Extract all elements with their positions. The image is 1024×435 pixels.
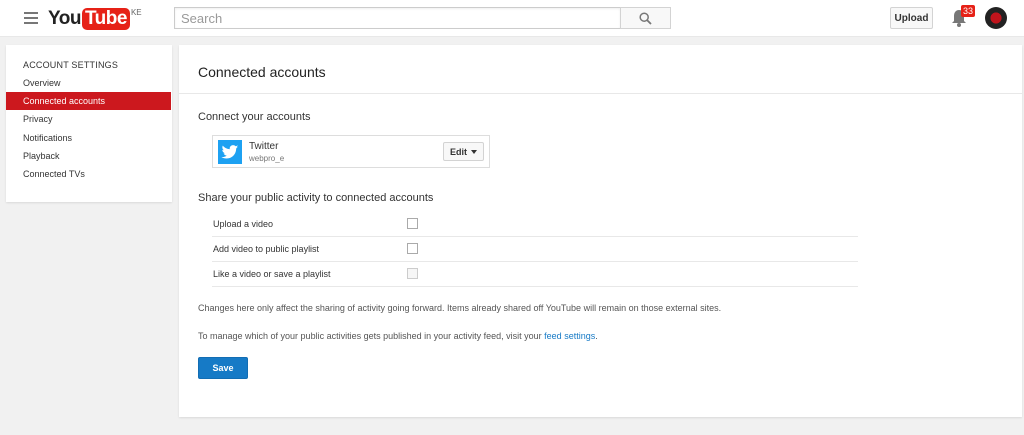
logo-country-code: KE [130, 8, 142, 17]
feed-note-text: To manage which of your public activitie… [198, 331, 545, 341]
logo-tube-text: Tube [81, 8, 130, 30]
edit-button-label: Edit [450, 146, 467, 157]
option-label: Like a video or save a playlist [213, 269, 331, 279]
save-button[interactable]: Save [198, 357, 248, 379]
upload-button[interactable]: Upload [890, 7, 933, 29]
youtube-logo[interactable]: You Tube KE [48, 8, 142, 30]
title-divider [179, 93, 1022, 94]
edit-account-button[interactable]: Edit [443, 142, 484, 161]
account-name: Twitter [249, 141, 279, 152]
search-icon [639, 11, 652, 25]
page-title: Connected accounts [198, 64, 326, 80]
sidebar-item-overview[interactable]: Overview [6, 74, 171, 92]
sidebar-heading: ACCOUNT SETTINGS [23, 60, 119, 70]
main-panel: Connected accounts Connect your accounts… [179, 45, 1022, 417]
logo-you-text: You [48, 8, 81, 29]
twitter-icon [218, 140, 242, 164]
sharing-note: Changes here only affect the sharing of … [198, 303, 722, 313]
notification-count-badge: 33 [961, 5, 976, 17]
sidebar-item-connected-accounts[interactable]: Connected accounts [6, 92, 171, 110]
add-to-playlist-checkbox[interactable] [407, 243, 418, 254]
like-or-save-checkbox[interactable] [407, 268, 418, 279]
option-row-add-to-playlist: Add video to public playlist [212, 237, 858, 262]
connect-accounts-heading: Connect your accounts [198, 111, 311, 123]
feed-settings-note: To manage which of your public activitie… [198, 331, 598, 341]
option-label: Add video to public playlist [213, 244, 320, 254]
sidebar-item-privacy[interactable]: Privacy [6, 110, 171, 128]
share-activity-heading: Share your public activity to connected … [198, 192, 434, 204]
chevron-down-icon [471, 149, 477, 154]
sidebar-item-connected-tvs[interactable]: Connected TVs [6, 165, 171, 183]
option-row-upload-video: Upload a video [212, 212, 858, 237]
hamburger-menu-icon[interactable] [24, 12, 38, 24]
top-bar: You Tube KE Search Upload 33 [0, 0, 1024, 37]
option-label: Upload a video [213, 219, 274, 229]
account-handle: webpro_e [249, 154, 285, 163]
avatar[interactable] [985, 7, 1007, 29]
search-input[interactable]: Search [174, 7, 621, 29]
feed-settings-link[interactable]: feed settings [544, 331, 595, 341]
search-button[interactable] [620, 7, 671, 29]
sidebar-item-playback[interactable]: Playback [6, 147, 171, 165]
sidebar-item-notifications[interactable]: Notifications [6, 129, 171, 147]
twitter-account-card: Twitter webpro_e Edit [212, 135, 490, 168]
feed-note-suffix: . [595, 331, 598, 341]
option-row-like-or-save: Like a video or save a playlist [212, 262, 858, 287]
settings-sidebar: ACCOUNT SETTINGS Overview Connected acco… [6, 45, 172, 202]
upload-video-checkbox[interactable] [407, 218, 418, 229]
